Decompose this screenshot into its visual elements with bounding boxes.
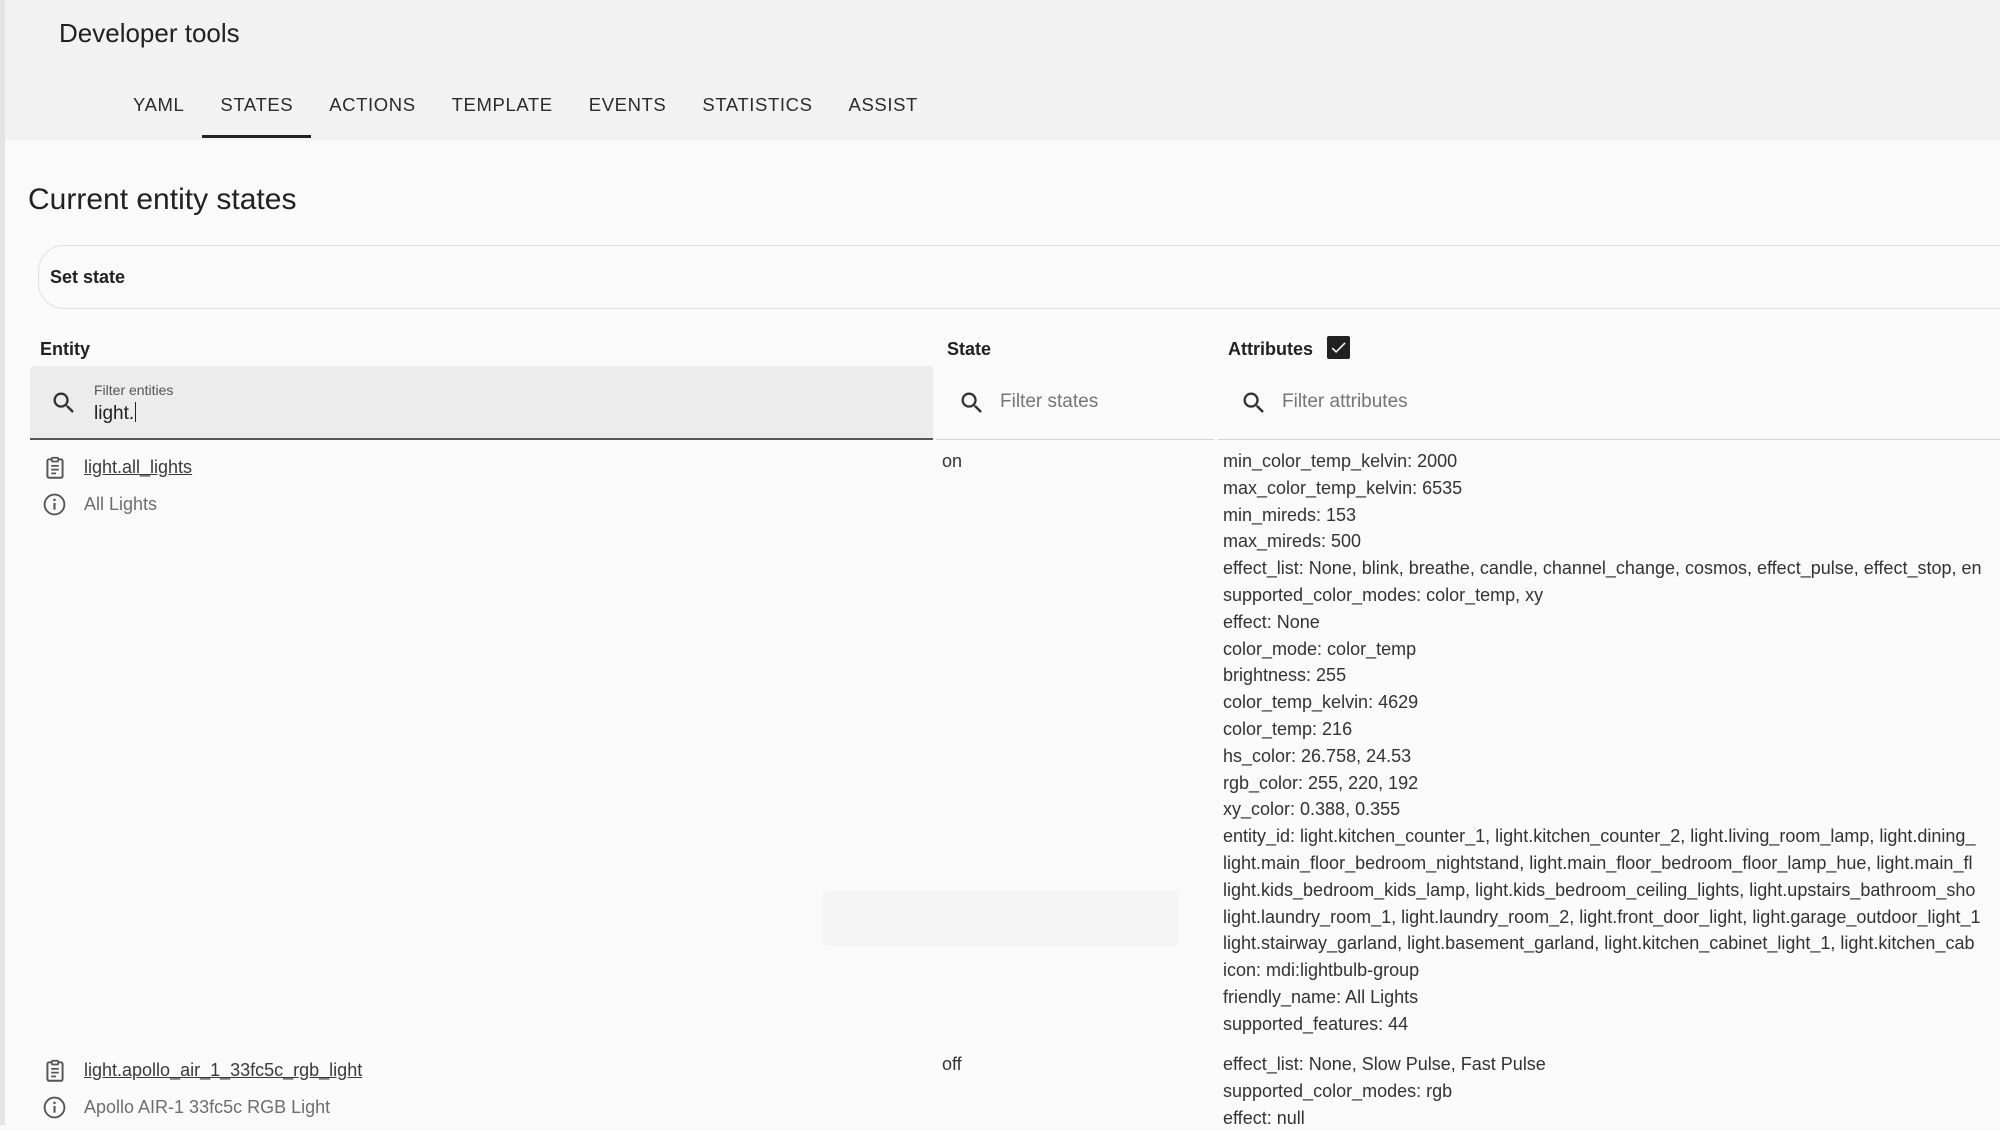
attribute-line: effect_list: None, blink, breathe, candl… xyxy=(1223,558,1982,579)
attributes-column-header: Attributes xyxy=(1228,339,1313,359)
tab-statistics[interactable]: STATISTICS xyxy=(684,84,830,140)
tab-bar: YAML STATES ACTIONS TEMPLATE EVENTS STAT… xyxy=(115,84,936,140)
checkbox-checked-icon xyxy=(1331,342,1346,354)
entity-link[interactable]: light.apollo_air_1_33fc5c_rgb_light xyxy=(84,1060,362,1081)
info-icon[interactable] xyxy=(42,1095,67,1120)
attribute-line: effect: None xyxy=(1223,611,1320,632)
search-icon xyxy=(53,392,74,413)
attributes-filter-field[interactable]: Filter attributes xyxy=(1218,366,2000,440)
entity-filter-value[interactable]: light. xyxy=(94,403,134,424)
section-title: Current entity states xyxy=(28,183,297,216)
attribute-line: light.stairway_garland, light.basement_g… xyxy=(1223,933,1975,954)
attribute-line: min_color_temp_kelvin: 2000 xyxy=(1223,451,1458,471)
attribute-line: max_color_temp_kelvin: 6535 xyxy=(1223,477,1463,498)
entity-attributes: effect_list: None, Slow Pulse, Fast Puls… xyxy=(1223,1051,2000,1131)
tooltip-ghost xyxy=(823,890,1179,946)
attribute-line: effect: null xyxy=(1223,1107,1305,1128)
attribute-line: color_temp_kelvin: 4629 xyxy=(1223,692,1419,713)
set-state-label: Set state xyxy=(50,267,126,287)
clipboard-icon[interactable] xyxy=(42,1058,68,1084)
entity-filter-label: Filter entities xyxy=(94,382,174,398)
entity-state: on xyxy=(942,451,963,471)
attributes-filter-placeholder[interactable]: Filter attributes xyxy=(1282,391,1408,413)
entity-attributes: min_color_temp_kelvin: 2000 max_color_te… xyxy=(1223,448,2000,1038)
attribute-line: min_mireds: 153 xyxy=(1223,504,1357,525)
attribute-line: hs_color: 26.758, 24.53 xyxy=(1223,745,1412,766)
tab-states[interactable]: STATES xyxy=(202,84,312,140)
tab-actions[interactable]: ACTIONS xyxy=(311,84,433,140)
attribute-line: color_temp: 216 xyxy=(1223,718,1353,739)
attribute-line: entity_id: light.kitchen_counter_1, ligh… xyxy=(1223,826,1976,847)
attributes-checkbox[interactable] xyxy=(1327,336,1350,359)
entity-friendly-name: All Lights xyxy=(84,494,158,514)
attribute-line: light.laundry_room_1, light.laundry_room… xyxy=(1223,906,1981,927)
tab-template[interactable]: TEMPLATE xyxy=(434,84,571,140)
left-edge xyxy=(0,0,5,1125)
state-filter-field[interactable]: Filter states xyxy=(936,366,1214,440)
state-filter-placeholder[interactable]: Filter states xyxy=(1000,391,1098,413)
text-caret xyxy=(135,402,137,422)
search-icon xyxy=(961,392,982,413)
entity-filter-field[interactable]: Filter entities light. xyxy=(30,366,933,440)
attribute-line: rgb_color: 255, 220, 192 xyxy=(1223,772,1419,793)
state-column-header: State xyxy=(947,339,992,359)
attribute-line: supported_features: 44 xyxy=(1223,1013,1409,1034)
attribute-line: brightness: 255 xyxy=(1223,665,1347,686)
info-icon[interactable] xyxy=(42,492,67,517)
entity-state: off xyxy=(942,1054,962,1074)
attribute-line: light.kids_bedroom_kids_lamp, light.kids… xyxy=(1223,879,1976,900)
attribute-line: supported_color_modes: rgb xyxy=(1223,1080,1453,1101)
tab-assist[interactable]: ASSIST xyxy=(831,84,936,140)
attribute-line: xy_color: 0.388, 0.355 xyxy=(1223,799,1401,820)
attribute-line: icon: mdi:lightbulb-group xyxy=(1223,960,1420,981)
entity-link[interactable]: light.all_lights xyxy=(84,457,192,478)
page-title: Developer tools xyxy=(59,18,240,48)
set-state-panel[interactable]: Set state xyxy=(38,245,2000,309)
tab-yaml[interactable]: YAML xyxy=(115,84,202,140)
attribute-line: effect_list: None, Slow Pulse, Fast Puls… xyxy=(1223,1054,1546,1074)
search-icon xyxy=(1243,392,1264,413)
entity-column-header: Entity xyxy=(40,339,91,359)
attribute-line: max_mireds: 500 xyxy=(1223,531,1362,552)
tab-events[interactable]: EVENTS xyxy=(571,84,685,140)
attribute-line: supported_color_modes: color_temp, xy xyxy=(1223,584,1544,605)
top-app-bar: Developer tools YAML STATES ACTIONS TEMP… xyxy=(5,0,2000,140)
entity-friendly-name: Apollo AIR-1 33fc5c RGB Light xyxy=(84,1097,331,1117)
attribute-line: friendly_name: All Lights xyxy=(1223,986,1419,1007)
attribute-line: color_mode: color_temp xyxy=(1223,638,1417,659)
attribute-line: light.main_floor_bedroom_nightstand, lig… xyxy=(1223,852,1973,873)
clipboard-icon[interactable] xyxy=(42,455,68,481)
